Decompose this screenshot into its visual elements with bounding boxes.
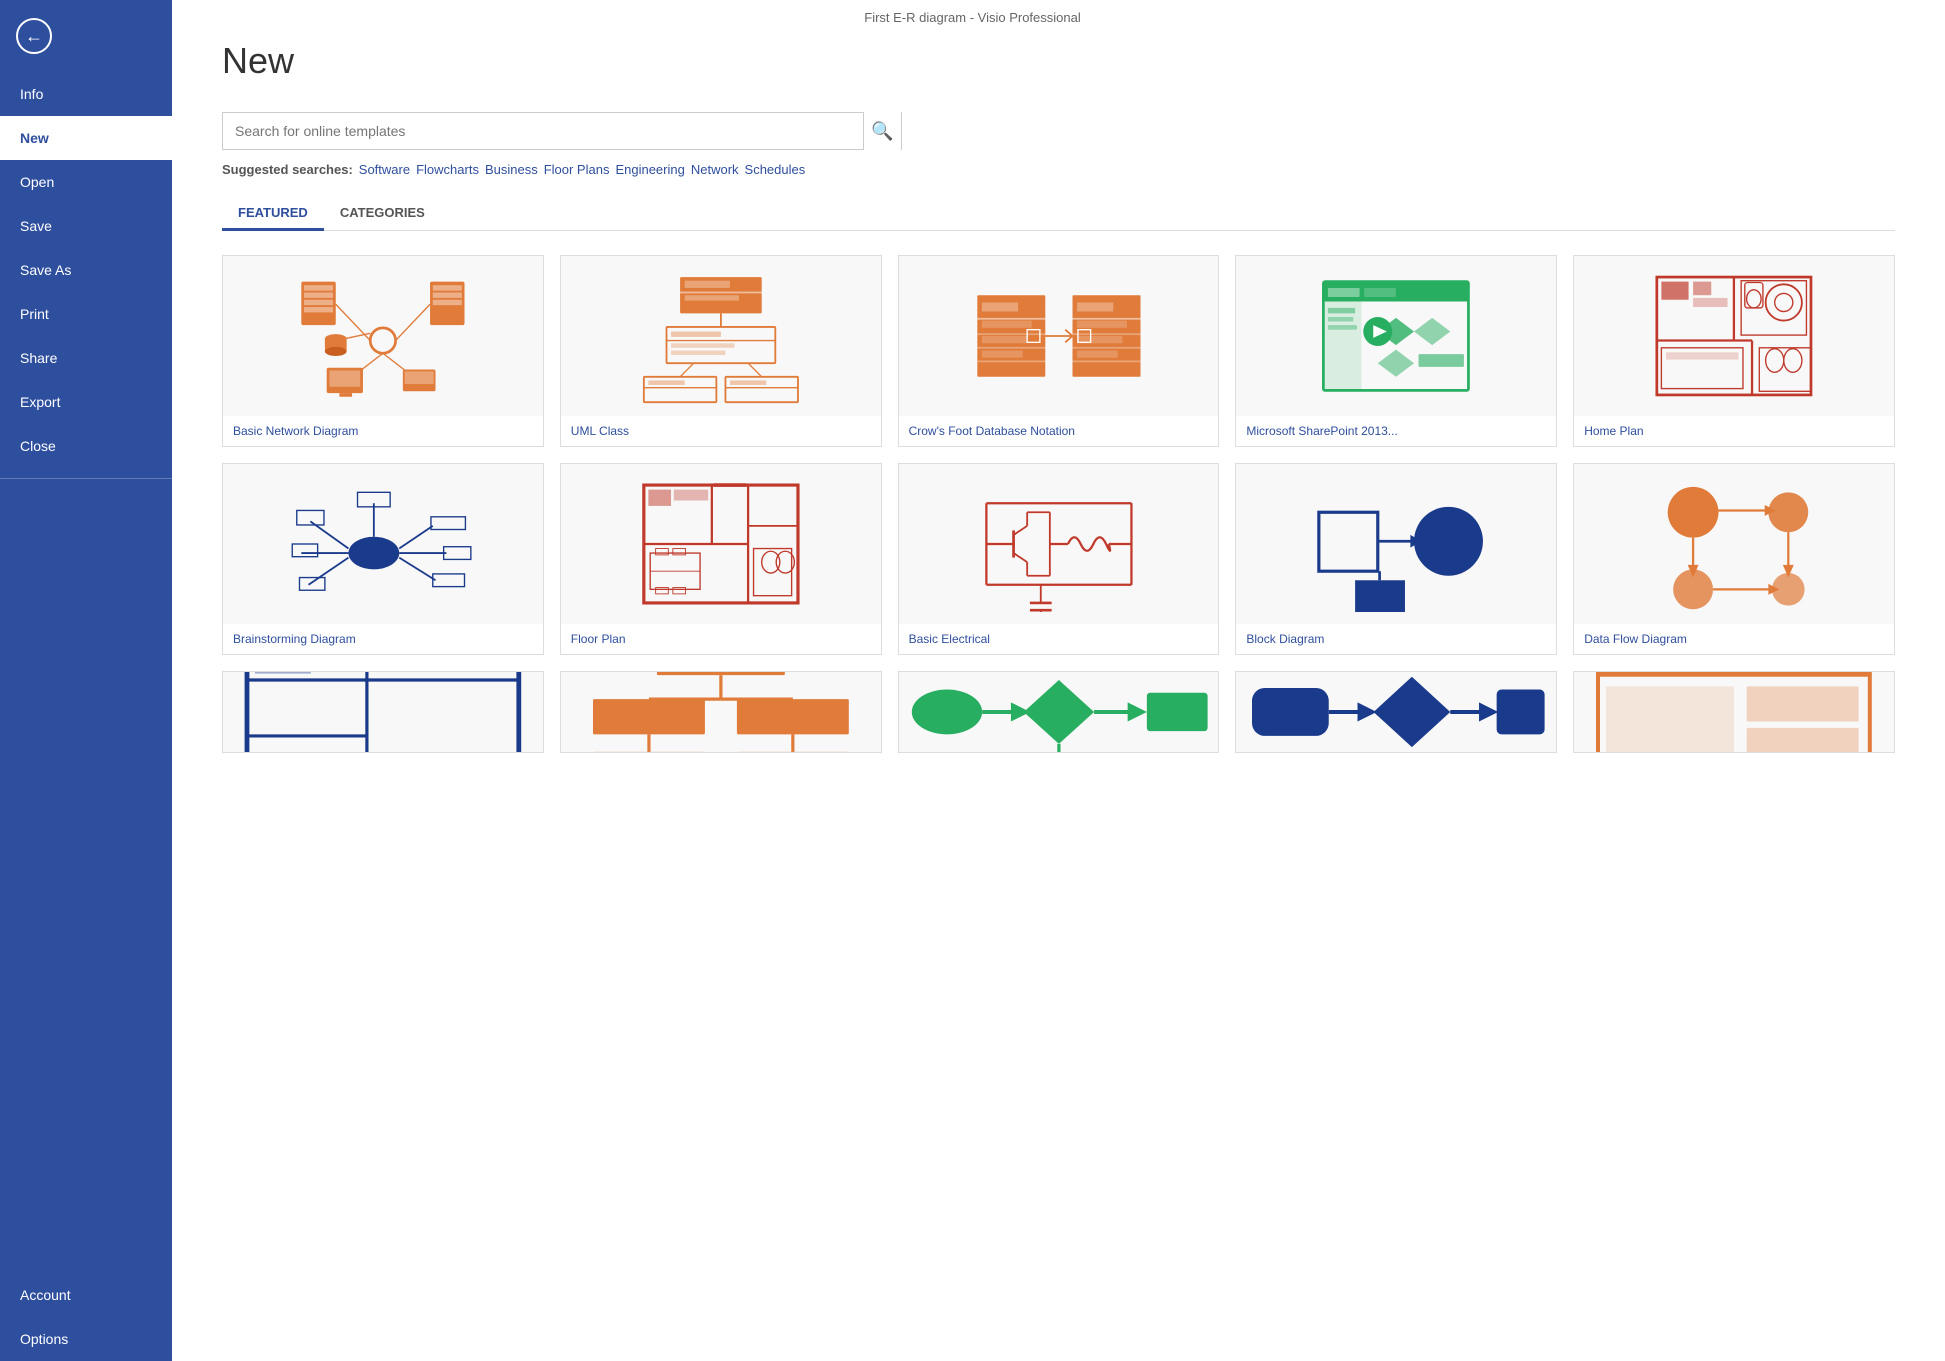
sidebar-spacer [0, 489, 172, 1273]
sidebar-item-save[interactable]: Save [0, 204, 172, 248]
template-thumb-crows-foot [899, 256, 1219, 416]
template-crows-foot[interactable]: Crow's Foot Database Notation [898, 255, 1220, 447]
template-thumb-row3-2 [561, 672, 881, 752]
template-label-crows-foot: Crow's Foot Database Notation [899, 416, 1219, 446]
template-label-block-diagram: Block Diagram [1236, 624, 1556, 654]
template-label-basic-electrical: Basic Electrical [899, 624, 1219, 654]
sidebar-item-saveas[interactable]: Save As [0, 248, 172, 292]
sidebar-item-new[interactable]: New [0, 116, 172, 160]
template-brainstorming[interactable]: Brainstorming Diagram [222, 463, 544, 655]
template-row3-5[interactable] [1573, 671, 1895, 753]
sidebar: ← Info New Open Save Save As Print Share… [0, 0, 172, 1361]
template-row3-3[interactable] [898, 671, 1220, 753]
suggested-flowcharts[interactable]: Flowcharts [416, 162, 479, 177]
template-thumb-row3-5 [1574, 672, 1894, 752]
suggested-business[interactable]: Business [485, 162, 538, 177]
template-thumb-data-flow [1574, 464, 1894, 624]
template-label-sharepoint: Microsoft SharePoint 2013... [1236, 416, 1556, 446]
template-data-flow[interactable]: Data Flow Diagram [1573, 463, 1895, 655]
template-thumb-uml-class [561, 256, 881, 416]
template-label-basic-network: Basic Network Diagram [223, 416, 543, 446]
template-label-brainstorming: Brainstorming Diagram [223, 624, 543, 654]
template-thumb-floor-plan [561, 464, 881, 624]
tab-featured[interactable]: FEATURED [222, 197, 324, 231]
template-thumb-brainstorming [223, 464, 543, 624]
suggested-searches: Suggested searches: Software Flowcharts … [222, 162, 1895, 177]
sidebar-back: ← [0, 0, 172, 72]
template-uml-class[interactable]: UML Class [560, 255, 882, 447]
sidebar-item-print[interactable]: Print [0, 292, 172, 336]
search-box: 🔍 [222, 112, 902, 150]
template-row3-4[interactable] [1235, 671, 1557, 753]
template-label-uml-class: UML Class [561, 416, 881, 446]
suggested-label: Suggested searches: [222, 162, 353, 177]
suggested-software[interactable]: Software [359, 162, 410, 177]
sidebar-item-info[interactable]: Info [0, 72, 172, 116]
template-basic-network[interactable]: Basic Network Diagram [222, 255, 544, 447]
tabs: FEATURED CATEGORIES [222, 197, 1895, 231]
template-label-floor-plan: Floor Plan [561, 624, 881, 654]
template-thumb-basic-electrical [899, 464, 1219, 624]
suggested-schedules[interactable]: Schedules [745, 162, 806, 177]
template-home-plan[interactable]: Home Plan [1573, 255, 1895, 447]
template-label-data-flow: Data Flow Diagram [1574, 624, 1894, 654]
template-grid-row3 [222, 671, 1895, 753]
back-button[interactable]: ← [16, 18, 52, 54]
tab-categories[interactable]: CATEGORIES [324, 197, 441, 231]
template-row3-2[interactable] [560, 671, 882, 753]
template-block-diagram[interactable]: Block Diagram [1235, 463, 1557, 655]
template-sharepoint[interactable]: Microsoft SharePoint 2013... [1235, 255, 1557, 447]
search-input[interactable] [223, 123, 863, 139]
sidebar-item-close[interactable]: Close [0, 424, 172, 468]
sidebar-divider [0, 478, 172, 479]
page-title: New [222, 40, 1895, 82]
search-row: 🔍 [222, 112, 1895, 150]
template-thumb-sharepoint [1236, 256, 1556, 416]
template-basic-electrical[interactable]: Basic Electrical [898, 463, 1220, 655]
sidebar-item-share[interactable]: Share [0, 336, 172, 380]
sidebar-item-account[interactable]: Account [0, 1273, 172, 1317]
template-thumb-basic-network [223, 256, 543, 416]
template-thumb-home-plan [1574, 256, 1894, 416]
suggested-floorplans[interactable]: Floor Plans [544, 162, 610, 177]
template-row3-1[interactable] [222, 671, 544, 753]
template-label-home-plan: Home Plan [1574, 416, 1894, 446]
template-thumb-row3-1 [223, 672, 543, 752]
sidebar-item-options[interactable]: Options [0, 1317, 172, 1361]
window-title: First E-R diagram - Visio Professional [864, 10, 1081, 25]
template-thumb-row3-4 [1236, 672, 1556, 752]
template-thumb-row3-3 [899, 672, 1219, 752]
template-floor-plan[interactable]: Floor Plan [560, 463, 882, 655]
suggested-engineering[interactable]: Engineering [615, 162, 684, 177]
suggested-network[interactable]: Network [691, 162, 739, 177]
sidebar-item-export[interactable]: Export [0, 380, 172, 424]
sidebar-item-open[interactable]: Open [0, 160, 172, 204]
template-thumb-block-diagram [1236, 464, 1556, 624]
search-button[interactable]: 🔍 [863, 112, 901, 150]
template-grid-row1: Basic Network Diagram [222, 255, 1895, 447]
template-grid-row2: Brainstorming Diagram [222, 463, 1895, 655]
main-content: First E-R diagram - Visio Professional N… [172, 0, 1945, 1361]
